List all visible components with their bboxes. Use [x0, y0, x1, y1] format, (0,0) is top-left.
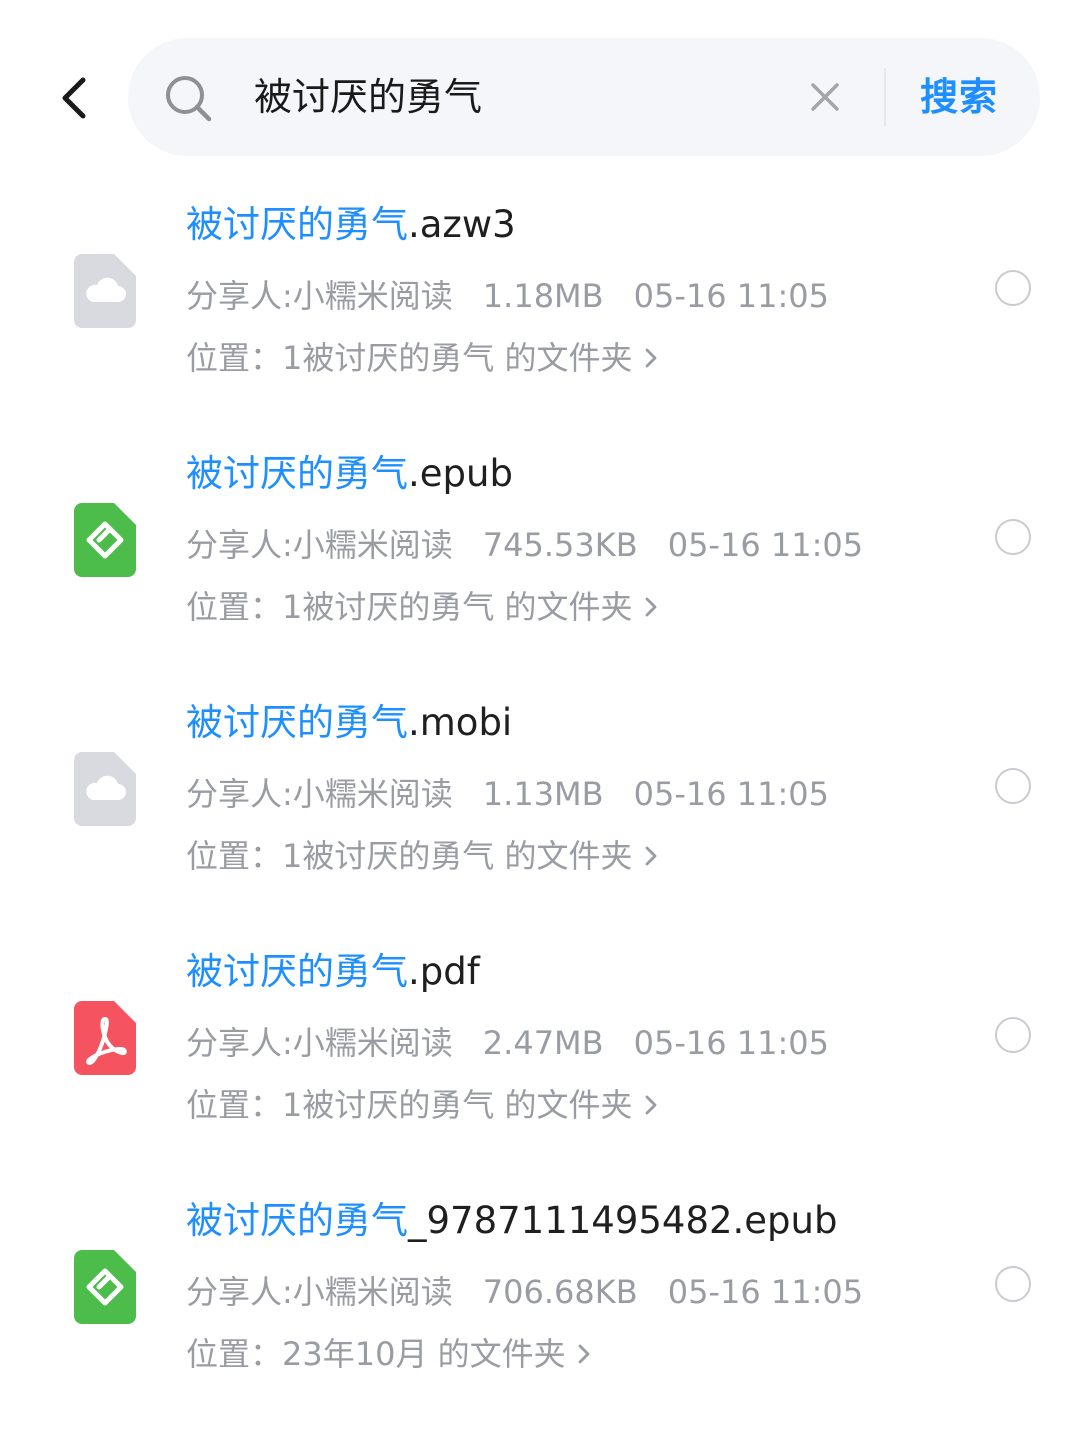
file-size: 1.13MB	[482, 775, 604, 813]
close-icon[interactable]	[808, 80, 842, 114]
file-name-rest: .epub	[408, 452, 513, 495]
location-folder: 1被讨厌的勇气 的文件夹	[282, 837, 633, 875]
file-name-match: 被讨厌的勇气	[186, 203, 408, 246]
file-meta: 分享人:小糯米阅读 1.13MB 05-16 11:05	[186, 772, 829, 816]
file-location-link[interactable]: 位置： 1被讨厌的勇气 的文件夹	[186, 585, 659, 629]
select-radio[interactable]	[995, 768, 1031, 804]
file-meta: 分享人:小糯米阅读 706.68KB 05-16 11:05	[186, 1270, 863, 1314]
file-time: 05-16 11:05	[633, 1024, 829, 1062]
location-folder: 1被讨厌的勇气 的文件夹	[282, 1086, 633, 1124]
cloud-file-icon	[74, 254, 136, 328]
file-name-match: 被讨厌的勇气	[186, 1199, 408, 1242]
search-icon	[166, 76, 212, 122]
file-list-item[interactable]: 被讨厌的勇气.mobi 分享人:小糯米阅读 1.13MB 05-16 11:05 位…	[0, 688, 1080, 937]
file-name: 被讨厌的勇气_9787111495482.epub	[186, 1196, 837, 1246]
file-meta: 分享人:小糯米阅读 2.47MB 05-16 11:05	[186, 1021, 829, 1065]
file-sharer: 分享人:小糯米阅读	[186, 1024, 453, 1062]
back-button[interactable]	[44, 66, 104, 130]
search-divider	[884, 68, 886, 126]
file-location-link[interactable]: 位置： 1被讨厌的勇气 的文件夹	[186, 336, 659, 380]
select-radio[interactable]	[995, 270, 1031, 306]
file-list-item[interactable]: 被讨厌的勇气.azw3 分享人:小糯米阅读 1.18MB 05-16 11:05 位…	[0, 190, 1080, 439]
chevron-right-icon	[645, 1095, 656, 1115]
file-name-rest: .azw3	[408, 203, 516, 246]
search-input[interactable]	[254, 66, 814, 128]
file-sharer: 分享人:小糯米阅读	[186, 775, 453, 813]
file-name: 被讨厌的勇气.azw3	[186, 200, 516, 250]
chevron-left-icon	[62, 77, 86, 119]
location-folder: 23年10月 的文件夹	[282, 1335, 566, 1373]
file-size: 745.53KB	[482, 526, 638, 564]
epub-file-icon	[74, 503, 136, 577]
file-name-rest: _9787111495482.epub	[408, 1199, 838, 1242]
file-name-rest: .mobi	[408, 701, 513, 744]
location-label: 位置：	[186, 1086, 283, 1124]
chevron-right-icon	[645, 348, 656, 368]
file-location-link[interactable]: 位置： 23年10月 的文件夹	[186, 1332, 592, 1376]
file-sharer: 分享人:小糯米阅读	[186, 1273, 453, 1311]
file-time: 05-16 11:05	[633, 775, 829, 813]
search-box[interactable]: 搜索	[128, 38, 1040, 156]
file-meta: 分享人:小糯米阅读 745.53KB 05-16 11:05	[186, 523, 863, 567]
file-name-match: 被讨厌的勇气	[186, 452, 408, 495]
epub-file-icon	[74, 1250, 136, 1324]
chevron-right-icon	[645, 846, 656, 866]
chevron-right-icon	[645, 597, 656, 617]
select-radio[interactable]	[995, 1266, 1031, 1302]
file-sharer: 分享人:小糯米阅读	[186, 277, 453, 315]
location-label: 位置：	[186, 339, 283, 377]
file-list-item[interactable]: 被讨厌的勇气.pdf 分享人:小糯米阅读 2.47MB 05-16 11:05 位置…	[0, 937, 1080, 1186]
chevron-right-icon	[578, 1344, 590, 1364]
file-name: 被讨厌的勇气.mobi	[186, 698, 512, 748]
location-folder: 1被讨厌的勇气 的文件夹	[282, 588, 633, 626]
location-label: 位置：	[186, 837, 283, 875]
file-size: 2.47MB	[482, 1024, 604, 1062]
select-radio[interactable]	[995, 519, 1031, 555]
file-time: 05-16 11:05	[667, 526, 864, 564]
file-location-link[interactable]: 位置： 1被讨厌的勇气 的文件夹	[186, 1083, 659, 1127]
file-sharer: 分享人:小糯米阅读	[186, 526, 453, 564]
file-list: 被讨厌的勇气.azw3 分享人:小糯米阅读 1.18MB 05-16 11:05 位…	[0, 190, 1080, 1435]
file-location-link[interactable]: 位置： 1被讨厌的勇气 的文件夹	[186, 834, 659, 878]
file-list-item[interactable]: 被讨厌的勇气.epub 分享人:小糯米阅读 745.53KB 05-16 11:05…	[0, 439, 1080, 688]
file-time: 05-16 11:05	[667, 1273, 864, 1311]
location-folder: 1被讨厌的勇气 的文件夹	[282, 339, 633, 377]
file-size: 1.18MB	[482, 277, 604, 315]
cloud-file-icon	[74, 752, 136, 826]
file-time: 05-16 11:05	[633, 277, 829, 315]
file-name-match: 被讨厌的勇气	[186, 950, 408, 993]
file-meta: 分享人:小糯米阅读 1.18MB 05-16 11:05	[186, 274, 829, 318]
pdf-file-icon	[74, 1001, 136, 1075]
file-list-item[interactable]: 被讨厌的勇气_9787111495482.epub 分享人:小糯米阅读 706.6…	[0, 1186, 1080, 1435]
select-radio[interactable]	[995, 1017, 1031, 1053]
file-name-rest: .pdf	[408, 950, 480, 993]
file-name-match: 被讨厌的勇气	[186, 701, 408, 744]
file-size: 706.68KB	[482, 1273, 638, 1311]
search-header: 搜索	[0, 0, 1080, 170]
location-label: 位置：	[186, 588, 283, 626]
search-button[interactable]: 搜索	[920, 66, 998, 128]
file-name: 被讨厌的勇气.epub	[186, 449, 513, 499]
file-name: 被讨厌的勇气.pdf	[186, 947, 480, 997]
location-label: 位置：	[186, 1335, 283, 1373]
